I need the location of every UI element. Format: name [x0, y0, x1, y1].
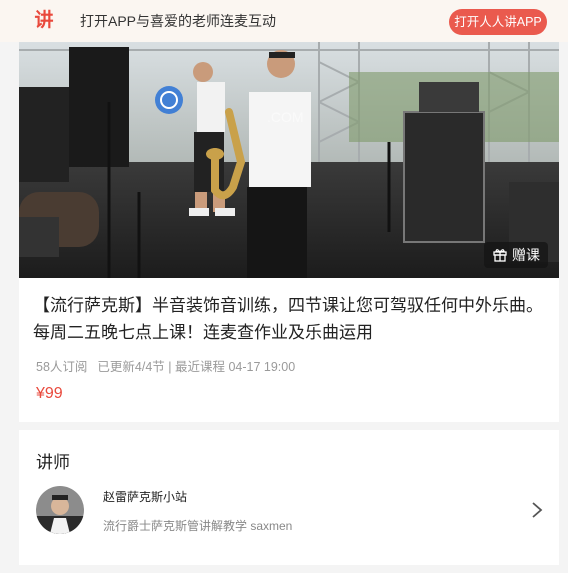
teacher-avatar[interactable] [36, 486, 84, 534]
teacher-card: 讲师 赵雷萨克斯小站 流行爵士萨克斯管讲解教学 saxmen [19, 430, 559, 565]
update-status: 已更新4/4节 | 最近课程 04-17 19:00 [97, 360, 296, 374]
teacher-section-title: 讲师 [36, 453, 70, 472]
course-card: .COM 赠课 【流行萨克斯】半音装饰音训练，四节课让您可驾驭任何中外乐曲。每周… [19, 42, 559, 422]
app-banner: 讲 打开APP与喜爱的老师连麦互动 打开人人讲APP [0, 0, 568, 42]
chevron-right-icon[interactable] [530, 500, 544, 520]
app-logo: 讲 [34, 10, 54, 31]
teacher-description: 流行爵士萨克斯管讲解教学 saxmen [103, 519, 293, 533]
subscriber-count: 58人订阅 [36, 360, 88, 374]
gift-icon [493, 248, 507, 262]
promo-text: 打开APP与喜爱的老师连麦互动 [80, 13, 277, 29]
course-title: 【流行萨克斯】半音装饰音训练，四节课让您可驾驭任何中外乐曲。每周二五晚七点上课！… [33, 296, 543, 342]
svg-text:.COM: .COM [267, 109, 304, 125]
gift-course-label: 赠课 [512, 247, 540, 263]
gift-course-button[interactable]: 赠课 [484, 242, 548, 268]
teacher-name[interactable]: 赵雷萨克斯小站 [103, 488, 187, 505]
course-price: ¥99 [36, 385, 63, 402]
course-meta: 58人订阅 已更新4/4节 | 最近课程 04-17 19:00 [36, 356, 305, 375]
course-cover-image: .COM 赠课 [19, 42, 559, 278]
open-app-button[interactable]: 打开人人讲APP [449, 9, 547, 35]
